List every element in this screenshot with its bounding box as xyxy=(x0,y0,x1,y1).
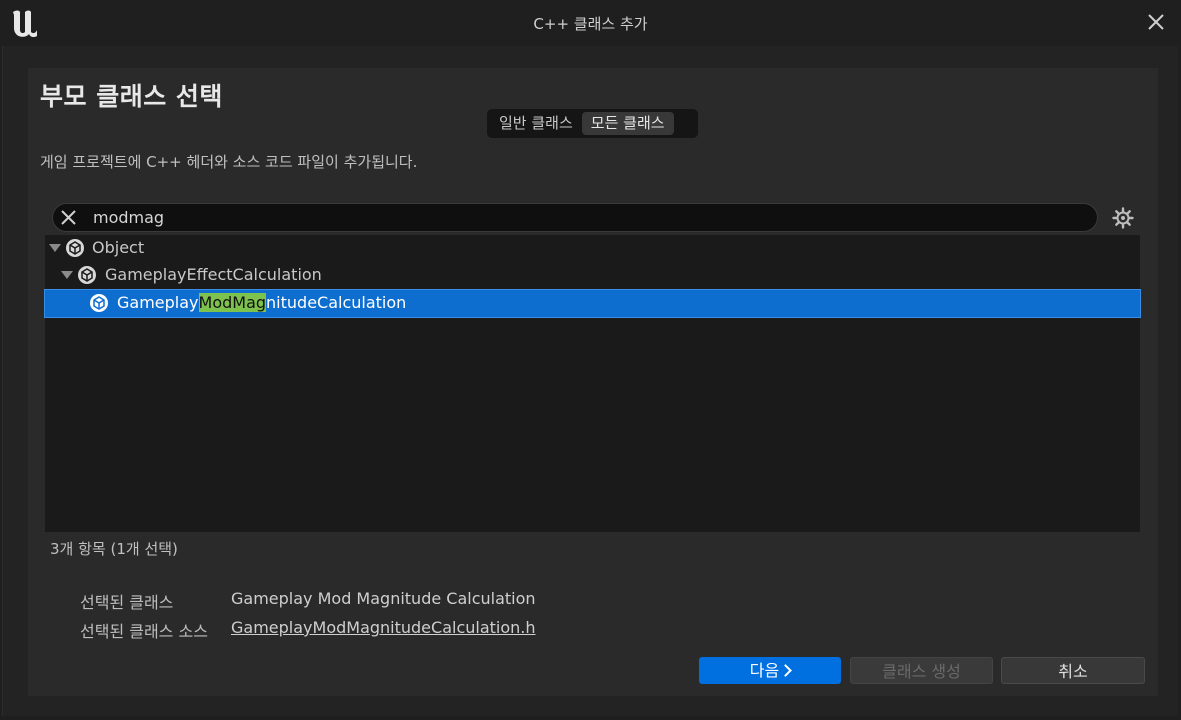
expand-arrow-icon[interactable] xyxy=(49,244,61,252)
tab-all-classes[interactable]: 모든 클래스 xyxy=(581,112,674,135)
title-bar: C++ 클래스 추가 xyxy=(0,0,1181,46)
page-title: 부모 클래스 선택 xyxy=(40,82,223,111)
selected-source-link[interactable]: GameplayModMagnitudeCalculation.h xyxy=(231,618,536,637)
search-input[interactable] xyxy=(93,204,1073,231)
class-tree: Object GameplayEffectCalculation Gamepla… xyxy=(44,235,1141,532)
description-text: 게임 프로젝트에 C++ 헤더와 소스 코드 파일이 추가됩니다. xyxy=(40,153,418,171)
class-filter-toggle: 일반 클래스 모든 클래스 xyxy=(487,109,698,138)
next-button-label: 다음 xyxy=(749,661,780,680)
next-button[interactable]: 다음 xyxy=(699,657,841,684)
tab-common-classes[interactable]: 일반 클래스 xyxy=(490,112,582,135)
label-suffix: nitudeCalculation xyxy=(266,293,407,312)
close-icon[interactable] xyxy=(1147,13,1165,31)
tree-item-label: GameplayEffectCalculation xyxy=(105,265,322,284)
window-title: C++ 클래스 추가 xyxy=(533,15,648,33)
clear-search-icon[interactable] xyxy=(60,209,77,226)
item-count: 3개 항목 (1개 선택) xyxy=(50,540,178,558)
chevron-right-icon xyxy=(779,664,793,677)
settings-gear-icon[interactable] xyxy=(1111,206,1135,230)
selected-source-label: 선택된 클래스 소스 xyxy=(80,622,208,641)
class-icon xyxy=(78,266,96,284)
search-box xyxy=(52,203,1098,232)
class-icon xyxy=(90,294,108,312)
selected-class-label: 선택된 클래스 xyxy=(80,593,174,612)
class-icon xyxy=(66,239,84,257)
tree-item-label: GameplayModMagnitudeCalculation xyxy=(117,293,406,312)
expand-arrow-icon[interactable] xyxy=(61,271,73,279)
tree-row-gameplay-effect-calculation[interactable]: GameplayEffectCalculation xyxy=(45,262,1140,289)
label-prefix: Gameplay xyxy=(117,293,199,312)
tree-row-gameplay-mod-magnitude-calculation[interactable]: GameplayModMagnitudeCalculation xyxy=(44,289,1141,318)
search-match-highlight: ModMag xyxy=(198,293,267,312)
create-class-button[interactable]: 클래스 생성 xyxy=(850,657,993,684)
cancel-button[interactable]: 취소 xyxy=(1001,657,1145,684)
tree-item-label: Object xyxy=(92,238,145,257)
selected-class-value: Gameplay Mod Magnitude Calculation xyxy=(231,589,536,608)
tree-row-object[interactable]: Object xyxy=(45,235,1140,262)
